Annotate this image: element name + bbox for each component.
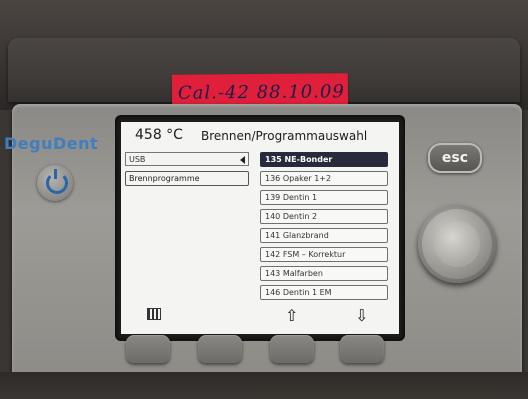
softkey-2[interactable] — [198, 335, 242, 363]
program-item[interactable]: 142 FSM – Korrektur — [260, 247, 388, 262]
brand-logo: DeguDent — [4, 134, 99, 153]
background-bottom — [0, 372, 528, 399]
arrow-up-icon[interactable]: ⇧ — [285, 306, 298, 325]
source-label: USB — [129, 155, 146, 164]
program-label: 143 Malfarben — [265, 269, 323, 278]
power-button[interactable] — [37, 165, 73, 201]
program-item[interactable]: 143 Malfarben — [260, 266, 388, 281]
calibration-label: Cal.-42 88.10.09 — [177, 81, 345, 104]
program-item[interactable]: 140 Dentin 2 — [260, 209, 388, 224]
program-item[interactable]: 136 Opaker 1+2 — [260, 171, 388, 186]
softkey-4[interactable] — [340, 335, 384, 363]
esc-button[interactable]: esc — [428, 143, 482, 173]
softkey-1[interactable] — [126, 335, 170, 363]
program-label: 146 Dentin 1 EM — [265, 288, 332, 297]
arrow-down-icon[interactable]: ⇩ — [355, 306, 368, 325]
softkey-3[interactable] — [270, 335, 314, 363]
program-item[interactable]: 141 Glanzbrand — [260, 228, 388, 243]
category-label: Brennprogramme — [129, 174, 200, 183]
program-item[interactable]: 135 NE-Bonder — [260, 152, 388, 167]
triangle-left-icon — [240, 156, 245, 164]
program-label: 140 Dentin 2 — [265, 212, 318, 221]
program-label: 141 Glanzbrand — [265, 231, 329, 240]
screen-header: 458 °C Brennen/Programmauswahl — [121, 122, 399, 148]
program-label: 136 Opaker 1+2 — [265, 174, 332, 183]
display-screen: 458 °C Brennen/Programmauswahl USB Brenn… — [121, 122, 399, 334]
source-selector[interactable]: USB — [125, 152, 249, 166]
knob-cap — [434, 221, 480, 267]
screen-title: Brennen/Programmauswahl — [201, 129, 368, 143]
rotary-knob[interactable] — [418, 205, 496, 283]
temperature-readout: 458 °C — [135, 127, 183, 143]
program-item[interactable]: 146 Dentin 1 EM — [260, 285, 388, 300]
keypad-icon[interactable] — [147, 308, 161, 320]
program-label: 135 NE-Bonder — [265, 155, 333, 164]
program-label: 139 Dentin 1 — [265, 193, 318, 202]
program-label: 142 FSM – Korrektur — [265, 250, 346, 259]
category-item[interactable]: Brennprogramme — [125, 171, 249, 186]
program-item[interactable]: 139 Dentin 1 — [260, 190, 388, 205]
power-icon — [46, 169, 68, 194]
